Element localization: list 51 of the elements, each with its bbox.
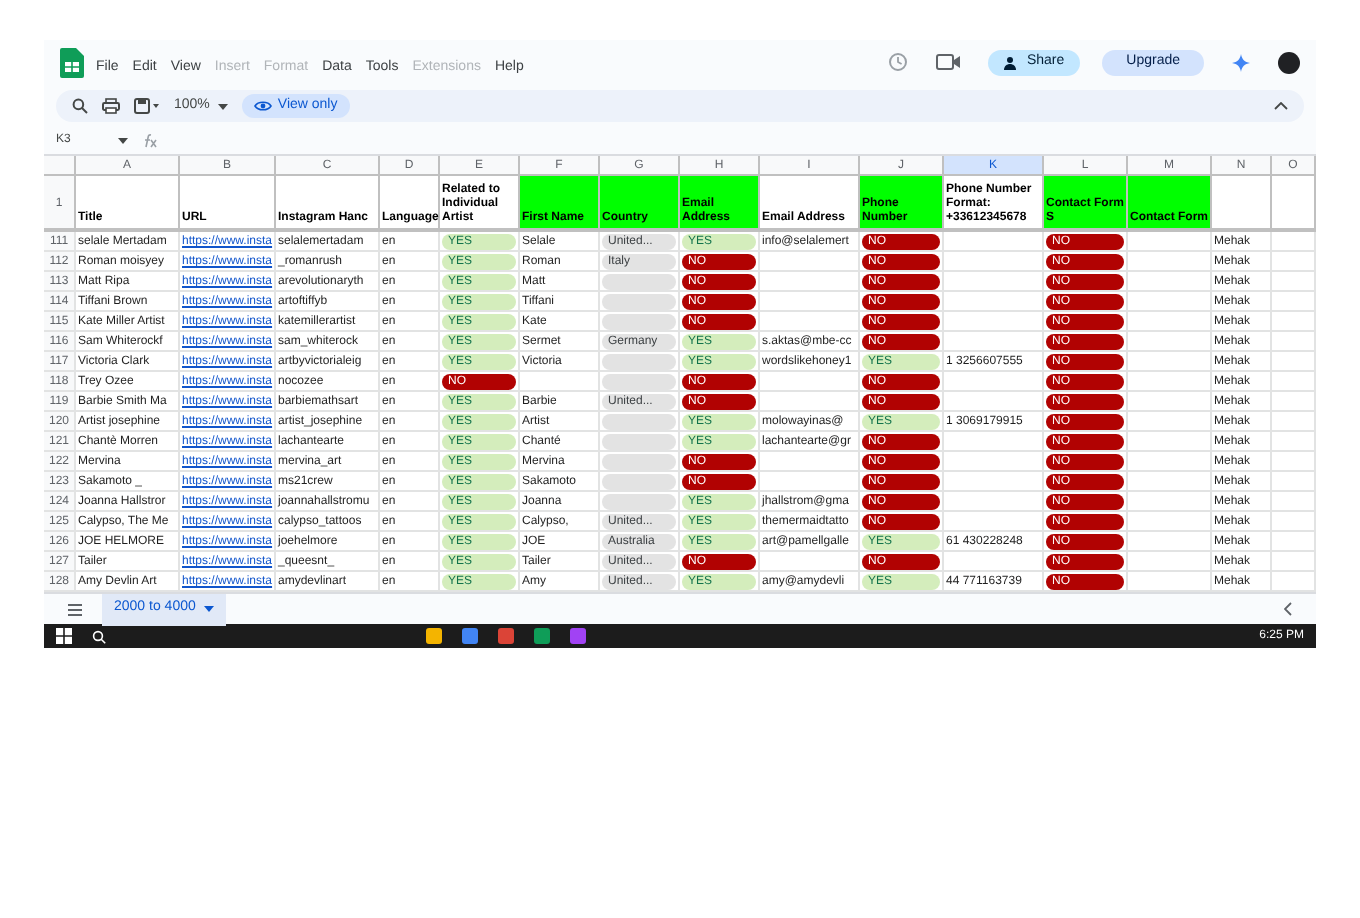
folder-icon[interactable]	[426, 628, 442, 644]
avatar[interactable]	[1278, 51, 1300, 73]
empty-cell	[1272, 252, 1316, 272]
empty-cell	[1272, 392, 1316, 412]
dropdown-chip[interactable]	[602, 473, 676, 489]
function-icon	[140, 134, 158, 148]
empty-cell	[1272, 452, 1316, 472]
scroll-left-icon[interactable]	[1284, 602, 1292, 616]
dropdown-chip[interactable]	[602, 453, 676, 469]
dropdown-chip[interactable]	[602, 293, 676, 309]
app-icon[interactable]	[570, 628, 586, 644]
dropdown-chip[interactable]	[602, 493, 676, 509]
empty-cell	[1272, 352, 1316, 372]
empty-cell	[1272, 432, 1316, 452]
caret-icon	[217, 103, 228, 109]
dropdown-chip[interactable]	[602, 373, 676, 389]
empty-cell	[1272, 472, 1316, 492]
save-menu-icon[interactable]	[134, 98, 160, 114]
sheets-logo-icon	[60, 47, 84, 77]
app-icon[interactable]	[498, 628, 514, 644]
caret-icon	[203, 606, 214, 612]
video-call-icon[interactable]	[936, 53, 965, 71]
dropdown-chip[interactable]	[602, 273, 676, 289]
empty-cell	[1272, 552, 1316, 572]
dropdown-chip[interactable]	[602, 313, 676, 329]
empty-cell	[1272, 412, 1316, 432]
person-icon	[1004, 55, 1021, 69]
dropdown-chip[interactable]	[602, 353, 676, 369]
select-all-corner[interactable]	[44, 156, 76, 176]
windows-start-icon[interactable]	[56, 628, 72, 644]
app-icon[interactable]	[534, 628, 550, 644]
empty-cell	[1272, 232, 1316, 252]
collapse-icon[interactable]	[1274, 102, 1288, 110]
print-icon[interactable]	[102, 98, 120, 114]
dropdown-chip[interactable]	[602, 433, 676, 449]
empty-cell	[1272, 312, 1316, 332]
empty-cell	[1272, 512, 1316, 532]
history-icon[interactable]	[888, 52, 909, 72]
app-icon[interactable]	[462, 628, 478, 644]
dropdown-chip[interactable]	[602, 413, 676, 429]
empty-cell	[1272, 272, 1316, 292]
all-sheets-icon[interactable]	[68, 603, 82, 615]
sparkle-icon[interactable]	[1232, 53, 1250, 71]
empty-cell	[1272, 332, 1316, 352]
empty-cell	[1272, 492, 1316, 512]
empty-cell	[1272, 532, 1316, 552]
caret-icon	[118, 138, 128, 144]
search-icon[interactable]	[72, 98, 88, 114]
empty-cell	[1272, 372, 1316, 392]
eye-icon	[253, 100, 272, 112]
empty-cell	[1272, 292, 1316, 312]
